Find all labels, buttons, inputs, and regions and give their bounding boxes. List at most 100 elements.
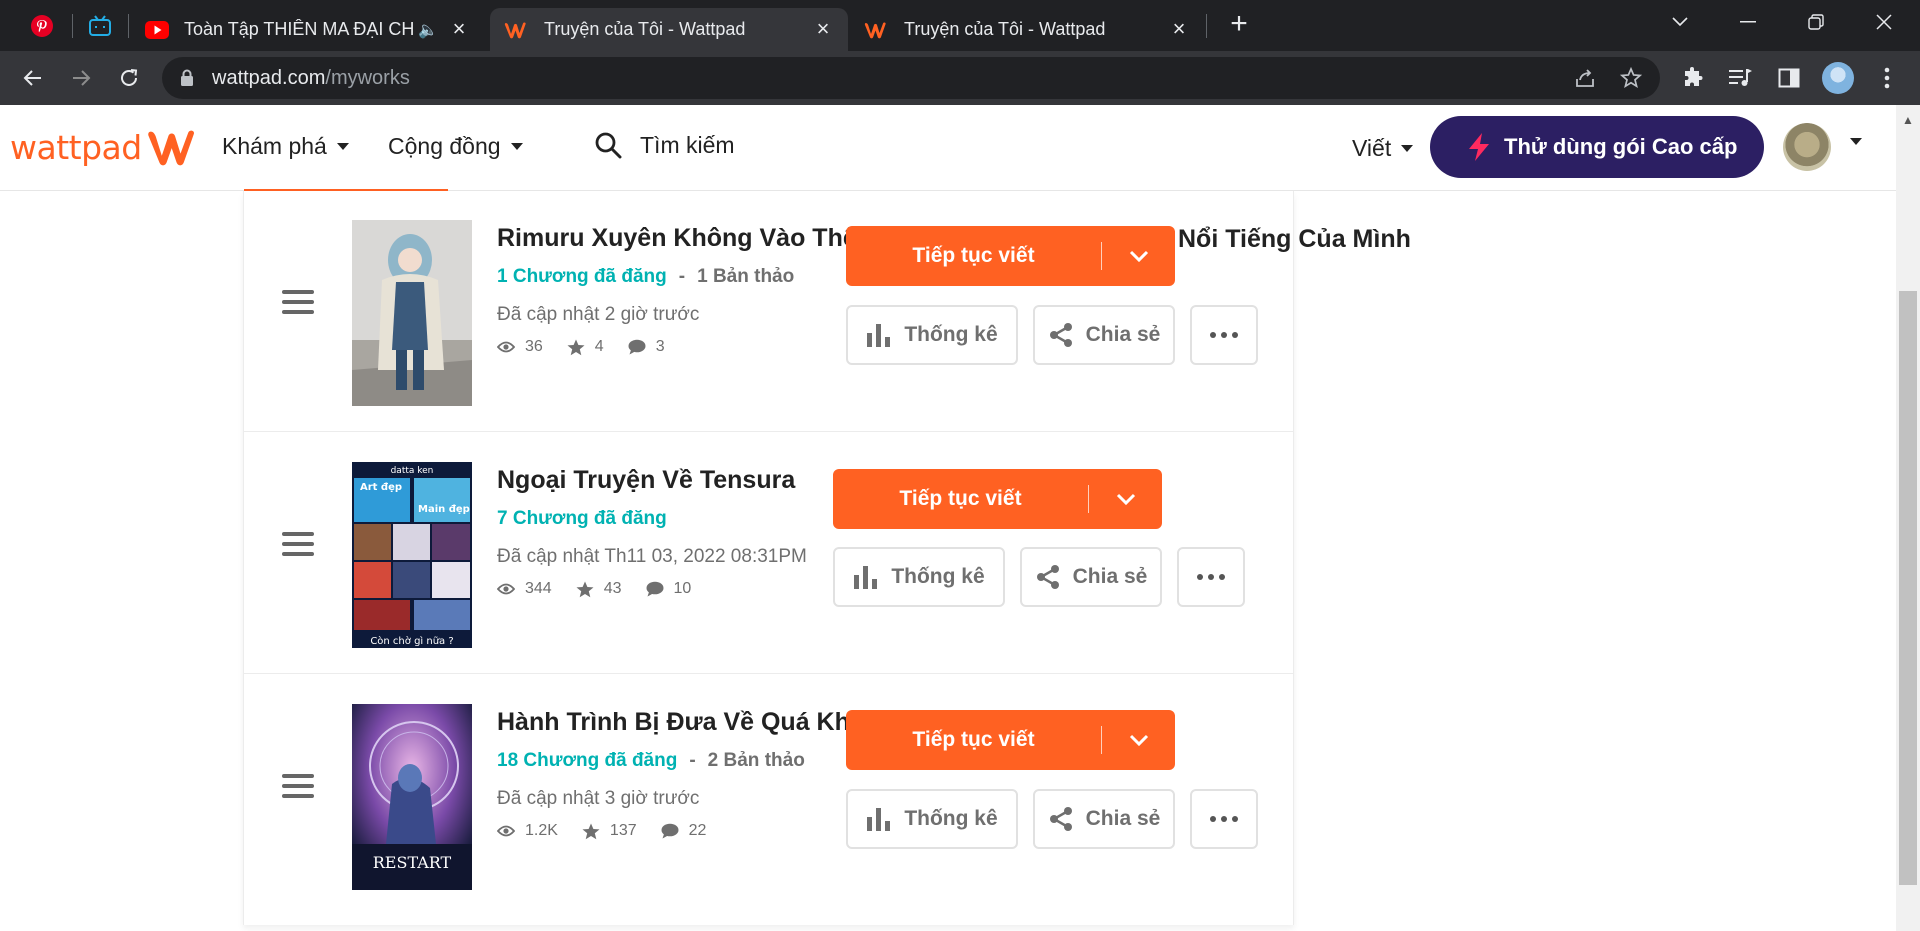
close-icon[interactable]: × [812,17,834,41]
minimize-icon [1740,21,1756,23]
share-label: Chia sẻ [1085,807,1161,830]
eye-icon [497,825,515,837]
tab-separator [72,14,73,38]
caret-down-icon [510,143,523,150]
lock-icon[interactable] [180,69,194,92]
back-button[interactable] [16,61,50,95]
browser-profile-avatar[interactable] [1822,62,1854,94]
continue-writing-label: Tiếp tục viết [899,487,1022,510]
close-icon[interactable]: × [448,17,470,41]
story-title[interactable]: Rimuru Xuyên Không Vào Thế [497,224,857,253]
page-scrollbar-thumb[interactable] [1899,291,1917,885]
reload-button[interactable] [112,61,146,95]
premium-label: Thử dùng gói Cao cấp [1504,134,1738,159]
caret-down-icon [1850,138,1862,145]
drag-handle-icon[interactable] [282,290,314,314]
comments-count: 10 [673,580,692,597]
restore-icon [1808,14,1824,30]
user-avatar[interactable] [1783,123,1831,171]
continue-writing-label: Tiếp tục viết [912,244,1035,267]
side-panel-icon[interactable] [1774,63,1804,93]
published-count: 7 Chương đã đăng [497,508,667,529]
tab-separator [128,14,129,38]
reads-stat: 1.2K [497,822,558,840]
continue-writing-button[interactable]: Tiếp tục viết [846,226,1175,286]
caret-down-icon [336,143,349,150]
continue-writing-label: Tiếp tục viết [912,728,1035,751]
pinned-tab-pinterest[interactable] [22,8,62,44]
bar-chart-icon [867,808,891,831]
media-control-icon[interactable] [1726,63,1756,93]
tab-title: Toàn Tập THIÊN MA ĐẠI CHIẾN [184,19,415,39]
continue-dropdown-toggle[interactable] [1102,226,1175,286]
story-cover[interactable] [352,220,472,406]
story-title[interactable]: Hành Trình Bị Đưa Về Quá Khứ [497,708,868,737]
url-host: wattpad.com [212,67,326,89]
wattpad-icon [864,19,890,41]
tab-wattpad[interactable]: Truyện của Tôi - Wattpad × [850,8,1204,51]
stats-button[interactable]: Thống kê [846,305,1018,365]
tab-search-button[interactable] [1660,6,1700,38]
continue-writing-button[interactable]: Tiếp tục viết [833,469,1162,529]
restore-button[interactable] [1796,6,1836,38]
votes-stat: 43 [576,580,622,598]
star-icon [576,581,594,597]
cover-text: Art đẹp [360,482,402,493]
chevron-down-icon [1672,17,1688,27]
minimize-button[interactable] [1728,6,1768,38]
browser-toolbar: wattpad.com/myworks [0,51,1920,105]
stats-button[interactable]: Thống kê [846,789,1018,849]
nav-discover[interactable]: Khám phá [222,133,349,160]
more-options-button[interactable] [1190,305,1258,365]
stats-label: Thống kê [904,807,998,830]
story-list: Rimuru Xuyên Không Vào Thế 1 Chương đã đ… [243,191,1294,925]
share-button[interactable]: Chia sẻ [1020,547,1162,607]
tab-wattpad-active[interactable]: Truyện của Tôi - Wattpad × [490,8,848,51]
premium-button[interactable]: Thử dùng gói Cao cấp [1430,116,1764,178]
reads-stat: 344 [497,580,552,598]
share-page-icon[interactable] [1572,65,1598,91]
reads-stat: 36 [497,338,543,356]
story-title[interactable]: Ngoại Truyện Về Tensura [497,466,795,495]
story-cover[interactable]: datta ken Art đẹp Main đẹp Còn chờ gì nữ… [352,462,472,648]
speaker-icon[interactable]: 🔈 [418,20,438,40]
share-button[interactable]: Chia sẻ [1033,789,1175,849]
reload-icon [121,69,138,86]
drag-handle-icon[interactable] [282,774,314,798]
stats-label: Thống kê [904,323,998,346]
more-menu-icon[interactable] [1872,63,1902,93]
drag-handle-icon[interactable] [282,532,314,556]
continue-writing-button[interactable]: Tiếp tục viết [846,710,1175,770]
share-button[interactable]: Chia sẻ [1033,305,1175,365]
reads-count: 344 [525,580,552,597]
nav-write[interactable]: Viết [1352,135,1414,162]
continue-dropdown-toggle[interactable] [1089,469,1162,529]
pinned-tab-bilibili[interactable] [80,8,120,44]
search-button[interactable]: Tìm kiếm [594,131,735,159]
eye-icon [497,341,515,353]
reads-count: 1.2K [525,822,558,839]
new-tab-button[interactable]: + [1226,9,1252,39]
more-options-button[interactable] [1177,547,1245,607]
extensions-icon[interactable] [1678,63,1708,93]
updated-time: Đã cập nhật 2 giờ trước [497,304,700,325]
bookmark-star-icon[interactable] [1618,65,1644,91]
scroll-up-arrow-icon[interactable]: ▲ [1902,113,1914,127]
stats-button[interactable]: Thống kê [833,547,1005,607]
story-cover[interactable]: RESTART [352,704,472,890]
close-window-button[interactable] [1864,6,1904,38]
tab-youtube[interactable]: Toàn Tập THIÊN MA ĐẠI CHIẾN 🔈 × [130,8,484,51]
back-arrow-icon [23,70,41,86]
continue-dropdown-toggle[interactable] [1102,710,1175,770]
address-bar[interactable]: wattpad.com/myworks [162,57,1660,99]
chevron-down-icon [1116,493,1135,505]
forward-button[interactable] [64,61,98,95]
wattpad-logo[interactable]: wattpad [10,125,204,169]
cover-text: RESTART [373,853,452,872]
close-icon[interactable]: × [1168,17,1190,41]
user-menu-toggle[interactable] [1840,138,1862,145]
more-options-button[interactable] [1190,789,1258,849]
nav-community[interactable]: Cộng đồng [388,133,523,160]
bar-chart-icon [854,566,878,589]
tab-title: Truyện của Tôi - Wattpad [544,19,746,39]
